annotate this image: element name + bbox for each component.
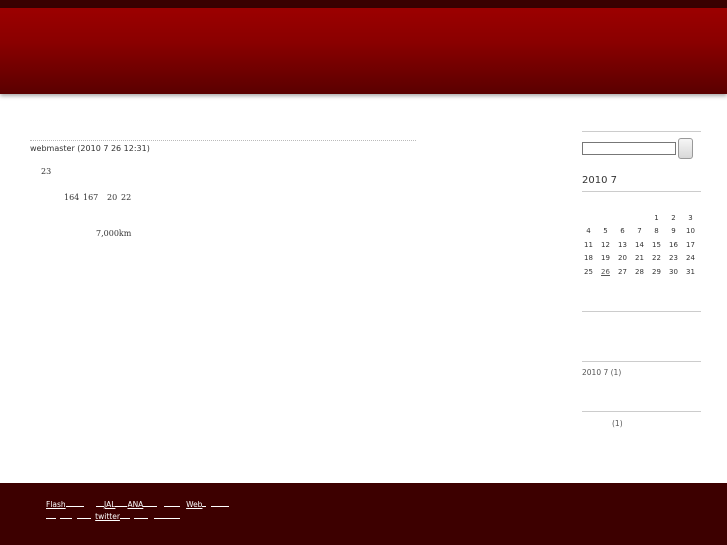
footer-links-row-1: Flash JAL ANA Web — [46, 498, 229, 509]
entry-meta: webmaster (2010 7 26 12:31) — [30, 144, 150, 153]
calendar-day: 4 — [586, 227, 591, 236]
sidebar-top-divider — [582, 131, 701, 132]
footer-links-row-2: twitter — [46, 510, 180, 521]
calendar-day: 18 — [584, 254, 593, 263]
sidebar-divider-1 — [582, 311, 701, 312]
calendar-day — [614, 211, 631, 225]
calendar-day: 16 — [669, 240, 678, 249]
entry-text-20: 20 — [107, 193, 118, 202]
footer-link-flash[interactable]: Flash — [46, 500, 66, 509]
calendar-day — [580, 211, 597, 225]
calendar-day: 11 — [584, 240, 593, 249]
footer-link-blank[interactable] — [65, 498, 84, 507]
footer-link-blank[interactable] — [153, 510, 180, 519]
footer-link-twitter[interactable]: twitter — [95, 512, 120, 521]
calendar-week: 25 26 27 28 29 30 31 — [580, 265, 699, 279]
calendar-title: 2010 7 — [582, 175, 617, 186]
calendar-day[interactable]: 26 — [597, 265, 614, 279]
calendar-day: 31 — [686, 267, 695, 276]
entry-text-22: 22 — [121, 193, 132, 202]
calendar-day: 10 — [686, 227, 695, 236]
calendar-day: 30 — [669, 267, 678, 276]
calendar-day: 9 — [671, 227, 676, 236]
sidebar-divider-2 — [582, 361, 701, 362]
footer-link-blank[interactable] — [134, 510, 149, 519]
sidebar-divider-3 — [582, 411, 701, 412]
calendar-day: 23 — [669, 254, 678, 263]
site-header — [0, 8, 727, 94]
search-button[interactable] — [678, 138, 693, 159]
calendar-table: 1 2 3 4 5 6 7 8 9 10 11 12 13 14 15 16 17 18 19 20 21 22 23 24 2… — [580, 211, 699, 279]
calendar-day: 29 — [652, 267, 661, 276]
calendar-day: 19 — [601, 254, 610, 263]
calendar-day: 25 — [584, 267, 593, 276]
calendar-day: 15 — [652, 240, 661, 249]
calendar-day: 3 — [688, 213, 693, 222]
footer-link-blank[interactable] — [119, 510, 130, 519]
calendar-day: 1 — [654, 213, 659, 222]
footer-link-jal[interactable]: JAL — [104, 500, 115, 509]
entry-text-164: 164 — [64, 193, 80, 202]
calendar-day: 7 — [637, 227, 642, 236]
entry-body: 23 164 167 20 22 7,000km — [30, 153, 416, 253]
entry-text-167: 167 — [83, 193, 99, 202]
footer-link-blank[interactable] — [60, 510, 73, 519]
entry-top-divider — [30, 140, 416, 141]
top-strip — [0, 0, 727, 8]
archive-item[interactable]: 2010 7 (1) — [582, 368, 621, 377]
calendar-day: 17 — [686, 240, 695, 249]
footer-link-blank[interactable] — [115, 498, 128, 507]
calendar-day: 6 — [620, 227, 625, 236]
footer-link-blank[interactable] — [202, 498, 207, 507]
site-footer: Flash JAL ANA Web twitter — [0, 483, 727, 545]
calendar-day: 8 — [654, 227, 659, 236]
calendar-day: 21 — [635, 254, 644, 263]
calendar-day: 22 — [652, 254, 661, 263]
calendar-day: 28 — [635, 267, 644, 276]
blog-entry: webmaster (2010 7 26 12:31) 23 164 167 2… — [30, 140, 416, 253]
footer-link-ana[interactable]: ANA — [127, 500, 143, 509]
calendar-week: 4 5 6 7 8 9 10 — [580, 225, 699, 239]
footer-link-blank[interactable] — [46, 510, 56, 519]
calendar-day — [597, 211, 614, 225]
calendar-day: 14 — [635, 240, 644, 249]
footer-link-blank[interactable] — [210, 498, 229, 507]
calendar-day: 5 — [603, 227, 608, 236]
calendar-day: 2 — [671, 213, 676, 222]
footer-link-blank[interactable] — [96, 498, 105, 507]
calendar-day: 24 — [686, 254, 695, 263]
calendar-day: 27 — [618, 267, 627, 276]
calendar-day: 13 — [618, 240, 627, 249]
calendar-divider — [582, 191, 701, 192]
entry-text-distance: 7,000km — [96, 229, 132, 238]
footer-link-blank[interactable] — [76, 510, 91, 519]
calendar-day — [631, 211, 648, 225]
calendar-week: 18 19 20 21 22 23 24 — [580, 252, 699, 266]
calendar-day: 20 — [618, 254, 627, 263]
calendar-week: 11 12 13 14 15 16 17 — [580, 238, 699, 252]
entry-text-line1: 23 — [41, 167, 52, 176]
footer-link-web[interactable]: Web — [186, 500, 202, 509]
footer-link-blank[interactable] — [143, 498, 158, 507]
footer-link-blank[interactable] — [163, 498, 180, 507]
calendar-day: 12 — [601, 240, 610, 249]
search-input[interactable] — [582, 142, 676, 155]
category-item[interactable]: (1) — [612, 419, 623, 428]
calendar-week: 1 2 3 — [580, 211, 699, 225]
